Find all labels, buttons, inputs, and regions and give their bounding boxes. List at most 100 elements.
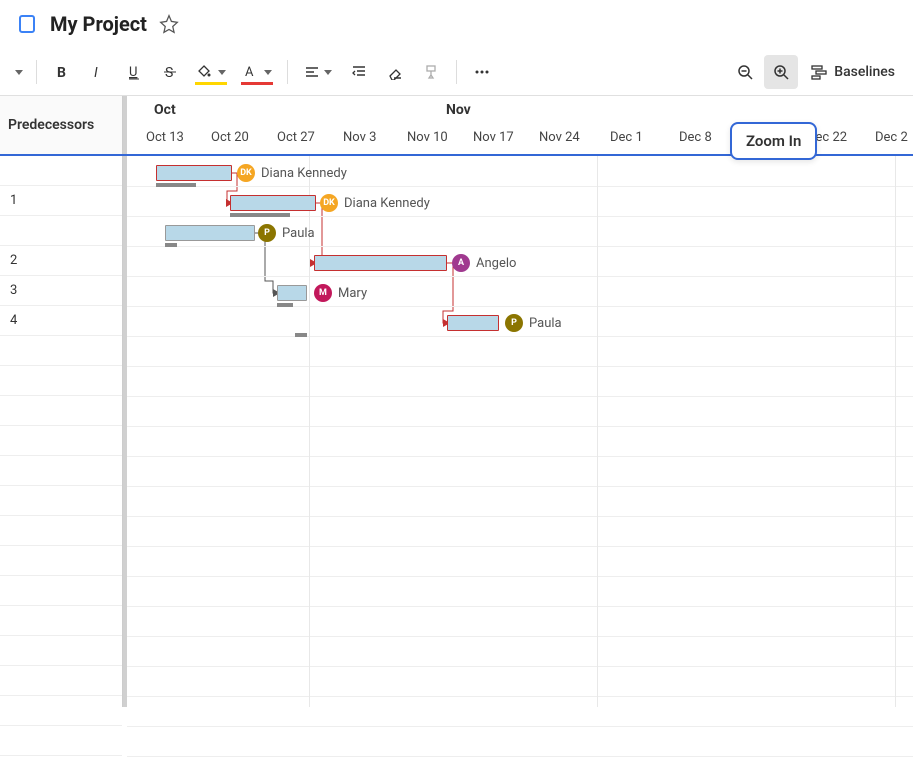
row-number-cell[interactable] [0,726,122,756]
grid-hline [127,426,913,427]
row-number-cell[interactable] [0,456,122,486]
row-number-cell[interactable]: 2 [0,246,122,276]
assignee-chip[interactable]: A Angelo [452,254,516,272]
row-number-cell[interactable] [0,606,122,636]
svg-text:A: A [245,65,254,80]
week-label: Oct 27 [277,126,315,149]
gantt-bar[interactable] [165,225,255,241]
assignee-name: Paula [282,226,315,241]
grid-hline [127,516,913,517]
star-icon[interactable] [159,14,179,34]
avatar: M [314,284,332,302]
row-numbers-column: 1 234 [0,156,123,707]
dropdown-button[interactable] [8,55,28,89]
row-number-cell[interactable] [0,666,122,696]
grid-hline [127,486,913,487]
toolbar: B I U S A [0,49,913,96]
row-number-cell[interactable] [0,216,122,246]
week-label: Dec 1 [610,126,643,149]
grid-hline [127,336,913,337]
format-painter-button[interactable] [414,55,448,89]
week-label: Nov 17 [473,126,514,149]
grid-hline [127,306,913,307]
row-number-cell[interactable] [0,486,122,516]
week-label: Nov 3 [343,126,376,149]
row-number-cell[interactable] [0,366,122,396]
svg-text:U: U [129,65,137,80]
avatar: A [452,254,470,272]
week-label: Nov 10 [407,126,448,149]
zoom-in-tooltip: Zoom In [730,122,817,160]
svg-text:I: I [94,65,98,80]
grid-hline [127,396,913,397]
row-number-cell[interactable] [0,636,122,666]
week-label: Dec 8 [679,126,712,149]
gantt-bar[interactable] [156,165,232,181]
baselines-button[interactable]: Baselines [800,55,905,89]
row-number-cell[interactable] [0,336,122,366]
project-title[interactable]: My Project [50,12,147,36]
more-button[interactable] [465,55,499,89]
assignee-name: Diana Kennedy [261,166,347,181]
grid-hline [127,726,913,727]
grid-hline [127,246,913,247]
grid-hline [127,606,913,607]
assignee-chip[interactable]: MMary [314,284,367,302]
assignee-chip[interactable]: P Paula [505,314,562,332]
zoom-out-button[interactable] [728,55,762,89]
row-number-cell[interactable]: 4 [0,306,122,336]
bar-baseline [165,243,177,247]
strikethrough-button[interactable]: S [153,55,187,89]
gantt-bar[interactable] [314,255,447,271]
gantt-canvas[interactable]: DKDiana KennedyDKDiana KennedyPPaulaAAng… [127,156,913,707]
zoom-in-button[interactable] [764,55,798,89]
fill-color-button[interactable] [189,55,233,89]
bar-baseline [295,333,307,337]
toolbar-separator [36,60,37,84]
row-number-cell[interactable] [0,426,122,456]
bar-baseline [156,183,196,187]
week-label: Nov 24 [539,126,580,149]
row-number-cell[interactable]: 1 [0,186,122,216]
avatar: P [505,314,523,332]
grid-hline [127,366,913,367]
fill-color-swatch [195,82,227,85]
row-number-cell[interactable] [0,576,122,606]
text-color-button[interactable]: A [235,55,279,89]
row-number-cell[interactable] [0,516,122,546]
avatar: DK [237,164,255,182]
italic-button[interactable]: I [81,55,115,89]
gantt-bar[interactable] [447,315,499,331]
grid-hline [127,636,913,637]
clear-format-button[interactable] [378,55,412,89]
month-label: Oct [146,96,184,124]
week-label: Oct 13 [146,126,184,149]
column-header-predecessors[interactable]: Predecessors [0,96,123,154]
assignee-chip[interactable]: P Paula [258,224,315,242]
row-number-cell[interactable] [0,546,122,576]
row-number-cell[interactable] [0,156,122,186]
toolbar-separator [456,60,457,84]
row-number-cell[interactable] [0,396,122,426]
underline-button[interactable]: U [117,55,151,89]
avatar: P [258,224,276,242]
gantt-bar[interactable] [230,195,316,211]
assignee-chip[interactable]: DK Diana Kennedy [237,164,347,182]
grid-vline [895,156,896,707]
svg-text:B: B [57,65,66,80]
grid-hline [127,666,913,667]
grid-hline [127,696,913,697]
assignee-name: Angelo [476,256,516,271]
align-button[interactable] [296,55,340,89]
assignee-chip[interactable]: DKDiana Kennedy [320,194,430,212]
gantt-bar[interactable] [277,285,307,301]
row-number-cell[interactable] [0,696,122,726]
bold-button[interactable]: B [45,55,79,89]
grid-hline [127,546,913,547]
assignee-name: Paula [529,316,562,331]
row-number-cell[interactable]: 3 [0,276,122,306]
outdent-button[interactable] [342,55,376,89]
month-label: Nov [438,96,479,124]
grid-hline [127,276,913,277]
assignee-name: Diana Kennedy [344,196,430,211]
